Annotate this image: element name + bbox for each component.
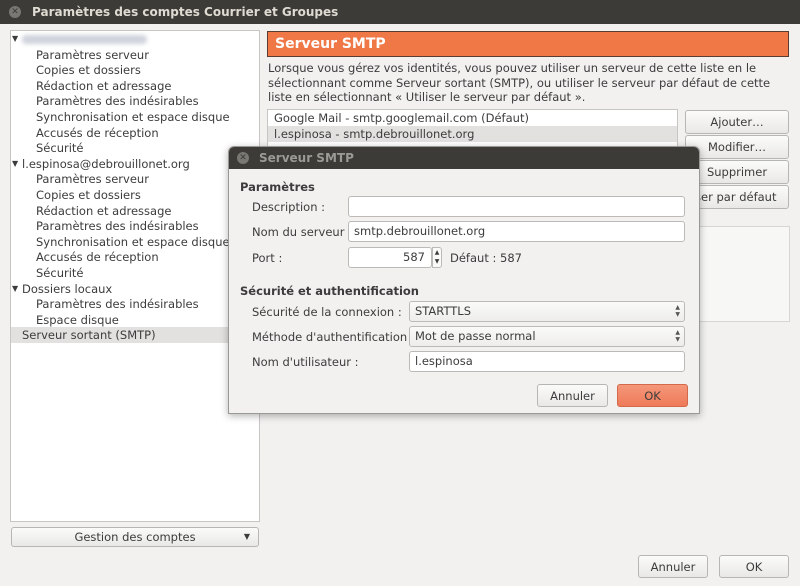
server-details-panel xyxy=(685,226,790,322)
default-port-value: 587 xyxy=(500,251,522,265)
port-input[interactable]: 587 xyxy=(348,247,432,268)
ok-button[interactable]: OK xyxy=(719,555,789,578)
window-title: Paramètres des comptes Courrier et Group… xyxy=(32,5,339,19)
tree-item[interactable]: Paramètres serveur xyxy=(11,47,259,63)
username-input[interactable]: l.espinosa xyxy=(409,351,685,372)
smtp-server-list[interactable]: Google Mail - smtp.googlemail.com (Défau… xyxy=(267,109,678,149)
description-label: Description : xyxy=(252,200,326,214)
tree-item[interactable]: Synchronisation et espace disque xyxy=(11,109,259,125)
tree-item[interactable]: Rédaction et adressage xyxy=(11,203,259,219)
tree-item[interactable]: Synchronisation et espace disque xyxy=(11,234,259,250)
remove-button[interactable]: Supprimer xyxy=(685,160,789,184)
account-label: Dossiers locaux xyxy=(22,281,113,296)
conn-security-value: STARTTLS xyxy=(415,304,472,318)
tree-item[interactable]: Copies et dossiers xyxy=(11,187,259,203)
auth-value: Mot de passe normal xyxy=(415,329,536,343)
cancel-button[interactable]: Annuler xyxy=(638,555,708,578)
server-input[interactable]: smtp.debrouillonet.org xyxy=(348,221,685,242)
tree-item[interactable]: Paramètres des indésirables xyxy=(11,218,259,234)
tree-item[interactable]: Paramètres des indésirables xyxy=(11,93,259,109)
account-label: l.espinosa@debrouillonet.org xyxy=(22,156,190,171)
tree-item[interactable]: Paramètres serveur xyxy=(11,171,259,187)
username-label: Nom d'utilisateur : xyxy=(252,355,359,369)
close-icon[interactable]: ✕ xyxy=(9,6,21,18)
tree-item[interactable]: Accusés de réception xyxy=(11,249,259,265)
dialog-cancel-button[interactable]: Annuler xyxy=(537,384,608,407)
section-header: Serveur SMTP xyxy=(267,31,789,57)
tree-item[interactable]: Espace disque xyxy=(11,312,259,328)
manage-accounts-button[interactable]: Gestion des comptes ▼ xyxy=(11,527,259,547)
updown-icon: ▲ ▼ xyxy=(675,329,680,343)
expand-arrow-icon[interactable]: ▼ xyxy=(12,31,18,47)
window-titlebar: ✕ Paramètres des comptes Courrier et Gro… xyxy=(0,0,800,24)
tree-item[interactable]: Sécurité xyxy=(11,140,259,156)
close-icon[interactable]: ✕ xyxy=(237,152,249,164)
section-params: Paramètres xyxy=(240,180,315,194)
section-security: Sécurité et authentification xyxy=(240,284,419,298)
tree-account[interactable]: ▼ xyxy=(11,31,259,47)
expand-arrow-icon[interactable]: ▼ xyxy=(12,156,18,172)
list-item[interactable]: l.espinosa - smtp.debrouillonet.org xyxy=(268,126,677,142)
tree-item[interactable]: Sécurité xyxy=(11,265,259,281)
tree-account[interactable]: ▼ Dossiers locaux xyxy=(11,281,259,297)
list-item[interactable]: Google Mail - smtp.googlemail.com (Défau… xyxy=(268,110,677,126)
tree-item[interactable]: Rédaction et adressage xyxy=(11,78,259,94)
auth-label: Méthode d'authentification : xyxy=(252,330,415,344)
account-tree[interactable]: ▼ Paramètres serveur Copies et dossiers Réd… xyxy=(10,30,260,522)
conn-security-label: Sécurité de la connexion : xyxy=(252,305,402,319)
manage-accounts-label: Gestion des comptes xyxy=(74,530,196,544)
dialog-title: Serveur SMTP xyxy=(259,151,354,165)
dialog-ok-button[interactable]: OK xyxy=(617,384,688,407)
tree-item[interactable]: Accusés de réception xyxy=(11,125,259,141)
tree-item[interactable]: Paramètres des indésirables xyxy=(11,296,259,312)
auth-select[interactable]: Mot de passe normal ▲ ▼ xyxy=(409,326,685,347)
updown-icon: ▲ ▼ xyxy=(675,304,680,318)
description-input[interactable] xyxy=(348,196,685,217)
add-button[interactable]: Ajouter… xyxy=(685,110,789,134)
tree-account[interactable]: ▼ l.espinosa@debrouillonet.org xyxy=(11,156,259,172)
port-label: Port : xyxy=(252,251,283,265)
smtp-description: Lorsque vous gérez vos identités, vous p… xyxy=(268,61,771,104)
conn-security-select[interactable]: STARTTLS ▲ ▼ xyxy=(409,301,685,322)
blurred-account-name xyxy=(22,35,147,44)
dialog-titlebar: ✕ Serveur SMTP xyxy=(229,147,699,169)
dropdown-arrow-icon: ▼ xyxy=(243,532,250,541)
edit-button[interactable]: Modifier… xyxy=(685,135,789,159)
default-port-label: Défaut : xyxy=(450,251,497,265)
tree-item[interactable]: Copies et dossiers xyxy=(11,62,259,78)
port-spinner[interactable]: ▲ ▼ xyxy=(432,247,442,268)
tree-item-smtp[interactable]: Serveur sortant (SMTP) xyxy=(11,327,259,344)
expand-arrow-icon[interactable]: ▼ xyxy=(12,281,18,297)
server-label: Nom du serveur : xyxy=(252,225,352,239)
smtp-dialog: ✕ Serveur SMTP Paramètres Description : … xyxy=(228,146,700,414)
